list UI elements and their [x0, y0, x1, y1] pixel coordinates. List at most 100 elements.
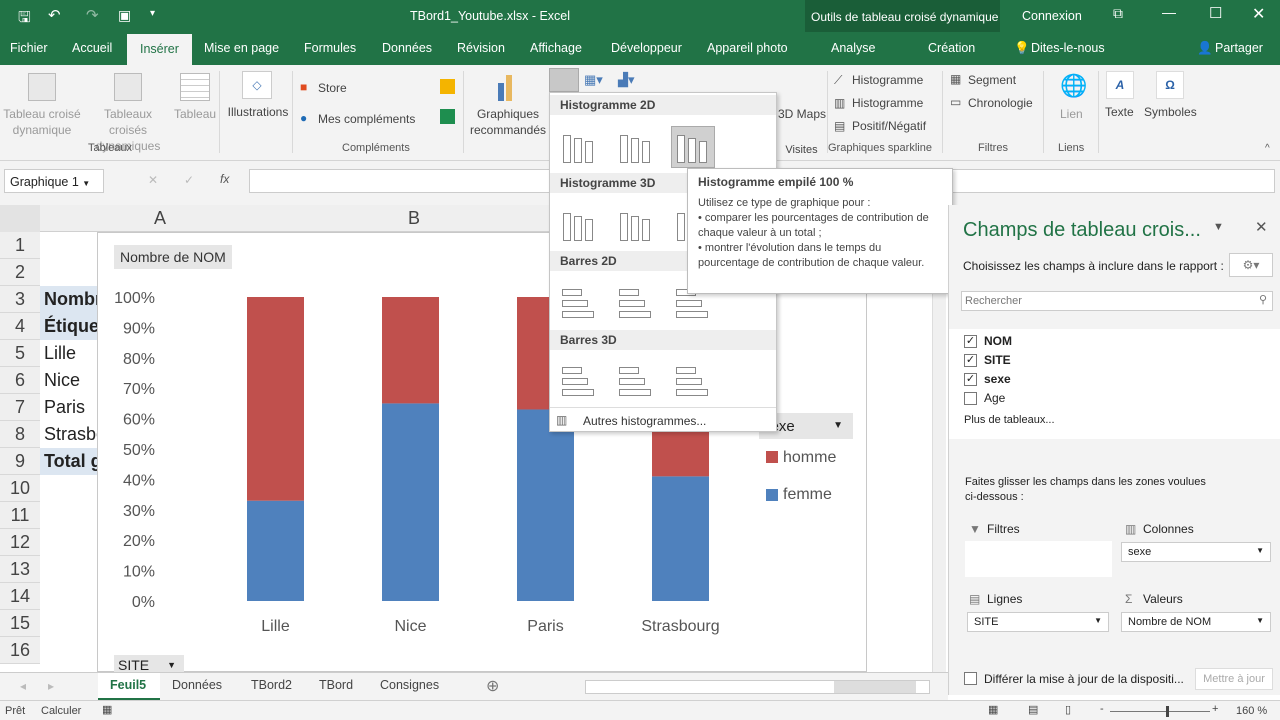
tab-accueil[interactable]: Accueil — [72, 41, 112, 55]
sheet-tab-donnees[interactable]: Données — [172, 678, 222, 692]
row-header[interactable]: 4 — [0, 313, 40, 340]
pane-close-icon[interactable]: ✕ — [1255, 218, 1268, 236]
zoom-out-icon[interactable]: - — [1100, 703, 1104, 715]
sheet-tab-tbord2[interactable]: TBord2 — [251, 678, 292, 692]
tell-me-search[interactable]: Dites-le-nous — [1031, 41, 1105, 55]
row-field-dropdown[interactable]: SITE ▼ — [967, 612, 1109, 632]
cell-a8[interactable]: Strasbourg — [40, 421, 97, 448]
row-header[interactable]: 5 — [0, 340, 40, 367]
checkbox-nom[interactable]: ✓ — [964, 335, 977, 348]
signin-link[interactable]: Connexion — [1022, 9, 1082, 23]
more-tables-link[interactable]: Plus de tableaux... — [964, 414, 1055, 426]
pivot-table-button[interactable]: Tableau croisé dynamique — [2, 106, 82, 138]
stacked-100-column-chart-option[interactable] — [671, 126, 715, 168]
people-graph-icon[interactable] — [440, 109, 455, 124]
sparkline-winloss-button[interactable]: Positif/Négatif — [852, 118, 926, 134]
tab-inserer[interactable]: Insérer — [127, 34, 192, 65]
3d-stacked-100-bar-chart-option[interactable] — [672, 361, 714, 401]
cell-a4[interactable]: Étiquettes de lignes — [40, 313, 97, 340]
field-site[interactable]: SITE — [984, 353, 1011, 367]
tab-fichier[interactable]: Fichier — [10, 41, 48, 55]
zoom-level[interactable]: 160 % — [1236, 705, 1267, 717]
checkbox-site[interactable]: ✓ — [964, 354, 977, 367]
row-header[interactable]: 6 — [0, 367, 40, 394]
row-header[interactable]: 15 — [0, 610, 40, 637]
collapse-ribbon-icon[interactable]: ^ — [1265, 143, 1270, 154]
enter-icon[interactable]: ✓ — [184, 173, 194, 187]
filters-area[interactable] — [965, 541, 1112, 577]
function-icon[interactable]: fx — [220, 172, 229, 186]
scroll-tabs-left-icon[interactable]: ◂ — [20, 679, 26, 693]
gear-icon[interactable]: ⚙▾ — [1229, 253, 1273, 277]
symbols-button[interactable]: Symboles — [1144, 104, 1197, 120]
cell-a6[interactable]: Nice — [40, 367, 97, 394]
redo-icon[interactable]: ↷ — [86, 6, 99, 24]
tab-creation[interactable]: Création — [928, 41, 975, 55]
normal-view-icon[interactable]: ▦ — [988, 703, 998, 716]
page-break-icon[interactable]: ▯ — [1065, 703, 1071, 716]
column-header-a[interactable]: A — [40, 205, 280, 232]
link-button[interactable]: Lien — [1060, 106, 1083, 122]
select-all-button[interactable] — [0, 205, 40, 232]
clustered-bar-chart-option[interactable] — [558, 283, 600, 323]
row-header[interactable]: 2 — [0, 259, 40, 286]
3d-stacked-bar-chart-option[interactable] — [615, 361, 657, 401]
field-nom[interactable]: NOM — [984, 334, 1012, 348]
column-header-b[interactable]: B — [280, 205, 548, 232]
name-box[interactable]: Graphique 1 ▼ — [4, 169, 104, 193]
sparkline-line-button[interactable]: Histogramme — [852, 72, 923, 88]
cancel-icon[interactable]: ✕ — [148, 173, 158, 187]
sparkline-column-button[interactable]: Histogramme — [852, 95, 923, 111]
cell-a7[interactable]: Paris — [40, 394, 97, 421]
cell-a3[interactable]: Nombre de NOM — [40, 286, 97, 313]
table-button[interactable]: Tableau — [174, 106, 216, 122]
scroll-tabs-right-icon[interactable]: ▸ — [48, 679, 54, 693]
row-header[interactable]: 14 — [0, 583, 40, 610]
tab-donnees[interactable]: Données — [382, 41, 432, 55]
maximize-icon[interactable]: ☐ — [1209, 4, 1222, 22]
recommended-charts-button[interactable]: Graphiques recommandés — [468, 106, 548, 138]
hierarchy-chart-icon[interactable]: ▦▾ — [584, 72, 603, 88]
page-layout-icon[interactable]: ▤ — [1028, 703, 1038, 716]
cell-a9[interactable]: Total général — [40, 448, 97, 475]
illustrations-button[interactable]: Illustrations — [222, 104, 294, 120]
undo-icon[interactable]: ↶ — [48, 6, 61, 24]
vertical-scrollbar[interactable] — [932, 232, 946, 672]
field-sexe[interactable]: sexe — [984, 372, 1011, 386]
row-header[interactable]: 8 — [0, 421, 40, 448]
field-search-input[interactable]: Rechercher ⚲ — [961, 291, 1273, 311]
row-header[interactable]: 11 — [0, 502, 40, 529]
3d-maps-button[interactable]: 3D Maps — [778, 106, 826, 122]
timeline-button[interactable]: Chronologie — [968, 95, 1033, 111]
close-icon[interactable]: ✕ — [1252, 4, 1265, 24]
3d-clustered-bar-chart-option[interactable] — [558, 361, 600, 401]
clustered-column-chart-option[interactable] — [558, 127, 600, 167]
zoom-slider[interactable] — [1110, 706, 1210, 717]
save-icon[interactable]: 🖫 — [18, 7, 31, 32]
more-column-charts-link[interactable]: Autres histogrammes... — [583, 414, 706, 428]
cell-a5[interactable]: Lille — [40, 340, 97, 367]
column-field-dropdown[interactable]: sexe ▼ — [1121, 542, 1271, 562]
tab-appareil-photo[interactable]: Appareil photo — [707, 41, 788, 55]
tab-formules[interactable]: Formules — [304, 41, 356, 55]
new-sheet-icon[interactable]: ⊕ — [486, 676, 499, 696]
minimize-icon[interactable]: — — [1162, 4, 1176, 20]
sheet-tab-consignes[interactable]: Consignes — [380, 678, 439, 692]
tab-analyse[interactable]: Analyse — [831, 41, 875, 55]
3d-stacked-column-chart-option[interactable] — [615, 205, 657, 245]
sheet-tab-tbord[interactable]: TBord — [319, 678, 353, 692]
stacked-column-chart-option[interactable] — [615, 127, 657, 167]
store-button[interactable]: Store — [318, 80, 347, 96]
customize-qat-icon[interactable]: ▾ — [150, 8, 155, 19]
checkbox-sexe[interactable]: ✓ — [964, 373, 977, 386]
field-age[interactable]: Age — [984, 391, 1005, 405]
tab-affichage[interactable]: Affichage — [530, 41, 582, 55]
stacked-bar-chart-option[interactable] — [615, 283, 657, 323]
row-header[interactable]: 12 — [0, 529, 40, 556]
tab-revision[interactable]: Révision — [457, 41, 505, 55]
waterfall-chart-icon[interactable]: ▟▾ — [618, 72, 635, 88]
text-button[interactable]: Texte — [1105, 104, 1134, 120]
share-button[interactable]: Partager — [1215, 41, 1263, 55]
horizontal-scrollbar[interactable] — [585, 680, 930, 694]
column-chart-dropdown-button[interactable] — [549, 68, 579, 92]
